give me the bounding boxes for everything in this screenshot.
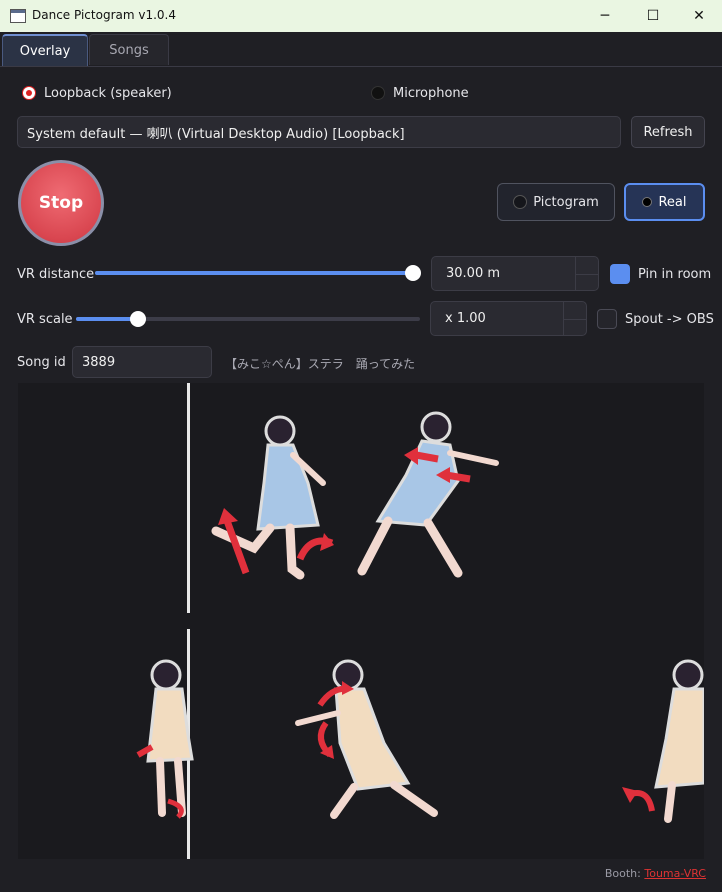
maximize-button[interactable]: ☐ [630, 0, 676, 32]
vr-distance-value: 30.00 m [446, 266, 501, 281]
close-button[interactable]: ✕ [676, 0, 722, 32]
tab-overlay[interactable]: Overlay [2, 34, 88, 66]
arrow-icon-5 [622, 787, 655, 812]
microphone-label: Microphone [393, 86, 469, 101]
song-id-label: Song id [17, 355, 66, 370]
refresh-button[interactable]: Refresh [631, 116, 705, 148]
timeline-marker-top [187, 383, 190, 613]
dance-preview-canvas [136, 383, 704, 859]
stop-button[interactable]: Stop [18, 160, 104, 246]
window-title: Dance Pictogram v1.0.4 [32, 8, 176, 22]
minimize-button[interactable]: ─ [582, 0, 628, 32]
vr-distance-input[interactable]: 30.00 m [431, 256, 599, 291]
tab-bar: Overlay Songs [0, 32, 722, 67]
footer-prefix: Booth: [604, 867, 641, 880]
pin-in-room-label: Pin in room [638, 267, 712, 282]
vr-scale-slider-fill [76, 317, 138, 321]
pictogram-mode-button[interactable]: Pictogram [497, 183, 615, 221]
microphone-radio[interactable] [371, 86, 385, 100]
tab-songs[interactable]: Songs [89, 34, 169, 65]
footer-credit: Booth: Touma-VRC [605, 867, 706, 880]
real-mode-button[interactable]: Real [624, 183, 705, 221]
vr-scale-spinner[interactable] [563, 302, 586, 335]
device-select[interactable]: System default — 喇叭 (Virtual Desktop Aud… [17, 116, 621, 148]
spout-obs-label: Spout -> OBS [625, 312, 714, 327]
dancer-figure-yellow-1 [146, 659, 194, 817]
spout-obs-checkbox[interactable] [597, 309, 617, 329]
loopback-label: Loopback (speaker) [44, 86, 172, 101]
pictogram-radio-dot-icon [513, 195, 528, 209]
booth-link[interactable]: Touma-VRC [644, 867, 706, 880]
vr-distance-spinner[interactable] [575, 257, 598, 290]
vr-scale-input[interactable]: x 1.00 [430, 301, 587, 336]
song-title: 【みこ☆ぺん】ステラ 踊ってみた [225, 357, 416, 371]
dancer-figure-yellow-3 [654, 659, 704, 823]
pin-in-room-checkbox[interactable] [610, 264, 630, 284]
pictogram-mode-label: Pictogram [533, 194, 599, 210]
vr-distance-slider[interactable] [95, 265, 421, 281]
vr-scale-slider[interactable] [76, 311, 420, 327]
vr-scale-value: x 1.00 [445, 311, 486, 326]
vr-distance-slider-handle[interactable] [404, 265, 421, 281]
dancer-figure-blue-2 [357, 411, 499, 578]
app-icon [10, 9, 26, 23]
real-mode-label: Real [658, 194, 687, 210]
vr-scale-label: VR scale [17, 312, 73, 327]
title-bar: Dance Pictogram v1.0.4 ─ ☐ ✕ [0, 0, 722, 32]
real-radio-dot-icon [642, 197, 653, 207]
dance-preview [18, 383, 704, 859]
loopback-radio[interactable] [22, 86, 36, 100]
vr-distance-label: VR distance [17, 267, 95, 282]
vr-distance-slider-fill [95, 271, 413, 275]
song-id-input[interactable]: 3889 [72, 346, 212, 378]
vr-scale-slider-handle[interactable] [129, 311, 146, 327]
